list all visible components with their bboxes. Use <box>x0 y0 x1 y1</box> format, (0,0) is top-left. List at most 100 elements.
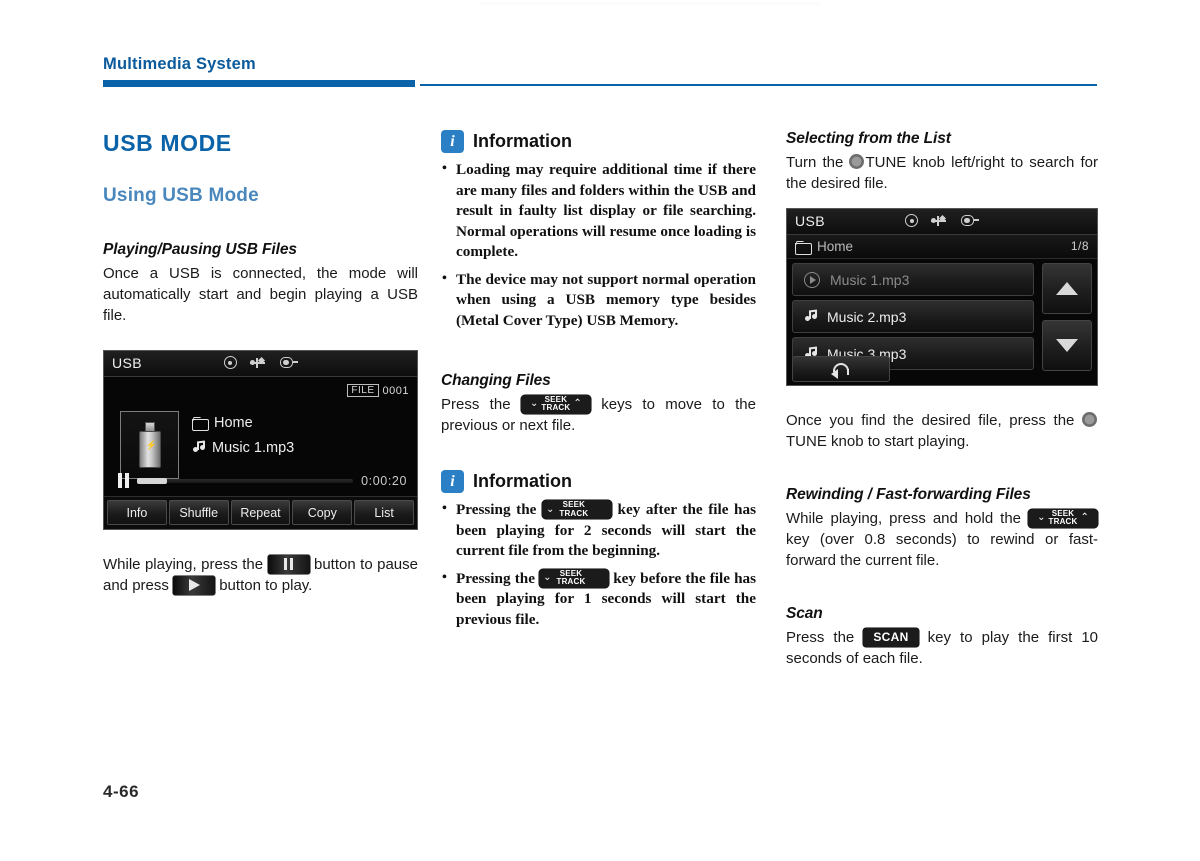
list-item: The device may not support normal operat… <box>441 269 756 332</box>
lcd-button-shuffle[interactable]: Shuffle <box>168 500 229 525</box>
chapter-title: USB MODE <box>103 130 232 156</box>
file-number: 0001 <box>382 384 409 397</box>
progress-bar[interactable] <box>137 477 354 484</box>
list-item[interactable]: Music 1.mp3 <box>792 263 1034 296</box>
paragraph-after-list: Once you find the desired file, press th… <box>786 410 1098 452</box>
manual-page: Multimedia System USB MODE Using USB Mod… <box>0 0 1200 861</box>
usb-icon <box>249 356 267 369</box>
lcd2-breadcrumb: Home 1/8 <box>787 235 1097 259</box>
lcd-button-list[interactable]: List <box>354 500 414 525</box>
after-list-text-before: Once you find the desired file, press th… <box>786 412 1075 429</box>
column-one: USB MODE Using USB Mode Playing/Pausing … <box>103 130 418 596</box>
lcd2-page-count: 1/8 <box>1070 239 1089 253</box>
usb-file-list-screen: USB Home 1/8 Music 1.mp3 Music 2.mp3 Mus… <box>786 208 1098 386</box>
info2-item1-before: Pressing the <box>456 569 535 587</box>
list-item-label: Music 1.mp3 <box>830 271 910 288</box>
information-header-1: i Information <box>441 130 756 153</box>
chevron-down-icon: ⌄ <box>530 398 539 410</box>
usb-icon <box>931 214 948 227</box>
header-rule-thick <box>103 80 415 87</box>
list-item: Pressing the ⌄ SEEK TRACK key after the … <box>441 499 756 562</box>
subsection-scan: Scan <box>786 605 823 622</box>
back-arrow-icon <box>831 362 851 379</box>
track-row: Music 1.mp3 <box>192 440 294 456</box>
page-number: 4-66 <box>103 782 140 801</box>
chevron-down-icon: ⌄ <box>1037 512 1046 524</box>
information-title-1: Information <box>473 131 572 151</box>
tune-label-1: TUNE <box>865 154 907 171</box>
lcd2-folder-name: Home <box>817 239 854 254</box>
seek-track-key-icon: ⌄ SEEK TRACK <box>539 568 610 588</box>
tune-knob-icon <box>849 154 865 169</box>
lcd-body: FILE 0001 ⚡ Home Music 1.mp3 0:00:20 <box>104 377 417 496</box>
info-icon: i <box>441 470 464 493</box>
scroll-up-button[interactable] <box>1042 263 1092 314</box>
scan-text-before: Press the <box>786 629 855 646</box>
file-label: FILE <box>347 384 379 397</box>
seek-track-key-icon: ⌄ SEEK TRACK <box>541 500 612 520</box>
subsection-rewinding: Rewinding / Fast-forwarding Files <box>786 486 1031 503</box>
changing-files-text-before: Press the <box>441 396 511 413</box>
paragraph-pause-play: While playing, press the button to pause… <box>103 554 418 596</box>
paragraph-rewinding: While playing, press and hold the ⌄ SEEK… <box>786 508 1098 571</box>
paragraph-changing-files: Press the ⌄ SEEK TRACK ⌃ keys to move to… <box>441 394 756 436</box>
elapsed-time: 0:00:20 <box>361 473 407 488</box>
section-title: Using USB Mode <box>103 185 259 206</box>
folder-icon <box>192 417 209 431</box>
usb-stick-image: ⚡ <box>138 422 161 468</box>
lcd2-main: Music 1.mp3 Music 2.mp3 Music 3.mp3 <box>787 259 1097 385</box>
lcd-button-copy[interactable]: Copy <box>292 500 353 525</box>
information-list-1: Loading may require additional time if t… <box>441 159 756 332</box>
lcd-button-repeat[interactable]: Repeat <box>230 500 291 525</box>
selecting-text-before: Turn the <box>786 154 844 171</box>
lcd-mode-label: USB <box>112 355 142 371</box>
playback-progress: 0:00:20 <box>118 473 407 488</box>
scroll-controls <box>1042 263 1092 377</box>
subsection-changing-files: Changing Files <box>441 372 551 389</box>
chevron-up-icon: ⌃ <box>573 398 582 410</box>
chevron-down-icon: ⌄ <box>545 503 555 515</box>
rewinding-text-after: key (over 0.8 seconds) to rewind or fast… <box>786 531 1098 569</box>
seek-track-key-icon: ⌄ SEEK TRACK ⌃ <box>1028 508 1098 528</box>
album-art: ⚡ <box>120 411 179 479</box>
play-button-icon <box>173 575 216 595</box>
track-label: TRACK <box>541 403 571 413</box>
track-name: Music 1.mp3 <box>212 440 295 456</box>
disc-icon <box>223 356 237 369</box>
list-item-label: Music 2.mp3 <box>827 308 907 325</box>
chevron-up-icon: ⌃ <box>1080 512 1089 524</box>
triangle-up-icon <box>1056 282 1078 295</box>
information-header-2: i Information <box>441 470 756 493</box>
lcd2-status-icons <box>905 214 979 227</box>
information-title-2: Information <box>473 471 572 491</box>
disc-icon <box>905 214 918 227</box>
lcd-button-row: Info Shuffle Repeat Copy List <box>104 496 417 529</box>
column-three: Selecting from the List Turn the TUNE kn… <box>786 130 1098 669</box>
subsection-playing-pausing: Playing/Pausing USB Files <box>103 241 297 258</box>
scan-artifact <box>480 2 820 5</box>
track-info: Home Music 1.mp3 <box>192 415 294 465</box>
folder-row: Home <box>192 415 294 431</box>
pause-play-text-1: While playing, press the <box>103 556 264 573</box>
track-label: TRACK <box>556 577 586 587</box>
header-title: Multimedia System <box>103 55 256 73</box>
lcd-button-info[interactable]: Info <box>107 500 167 525</box>
back-button[interactable] <box>792 356 890 382</box>
lcd-status-icons <box>223 356 298 369</box>
music-note-icon <box>192 440 206 455</box>
track-label: TRACK <box>1048 517 1078 527</box>
folder-icon <box>795 241 812 255</box>
info-icon: i <box>441 130 464 153</box>
column-two: i Information Loading may require additi… <box>441 130 756 637</box>
paragraph-scan: Press the SCAN key to play the first 10 … <box>786 627 1098 669</box>
scroll-down-button[interactable] <box>1042 320 1092 371</box>
lcd-top-bar: USB <box>104 351 417 377</box>
seek-track-key-icon: ⌄ SEEK TRACK ⌃ <box>520 394 591 414</box>
track-label: TRACK <box>559 508 589 518</box>
list-item[interactable]: Music 2.mp3 <box>792 300 1034 333</box>
file-number-badge: FILE 0001 <box>347 384 409 397</box>
usb-now-playing-screen: USB FILE 0001 ⚡ Home Music 1.mp3 0:00:20… <box>103 350 418 530</box>
header-rule-thin <box>420 84 1097 86</box>
rewinding-text-before: While playing, press and hold the <box>786 510 1022 527</box>
information-block-1: i Information Loading may require additi… <box>441 130 756 331</box>
